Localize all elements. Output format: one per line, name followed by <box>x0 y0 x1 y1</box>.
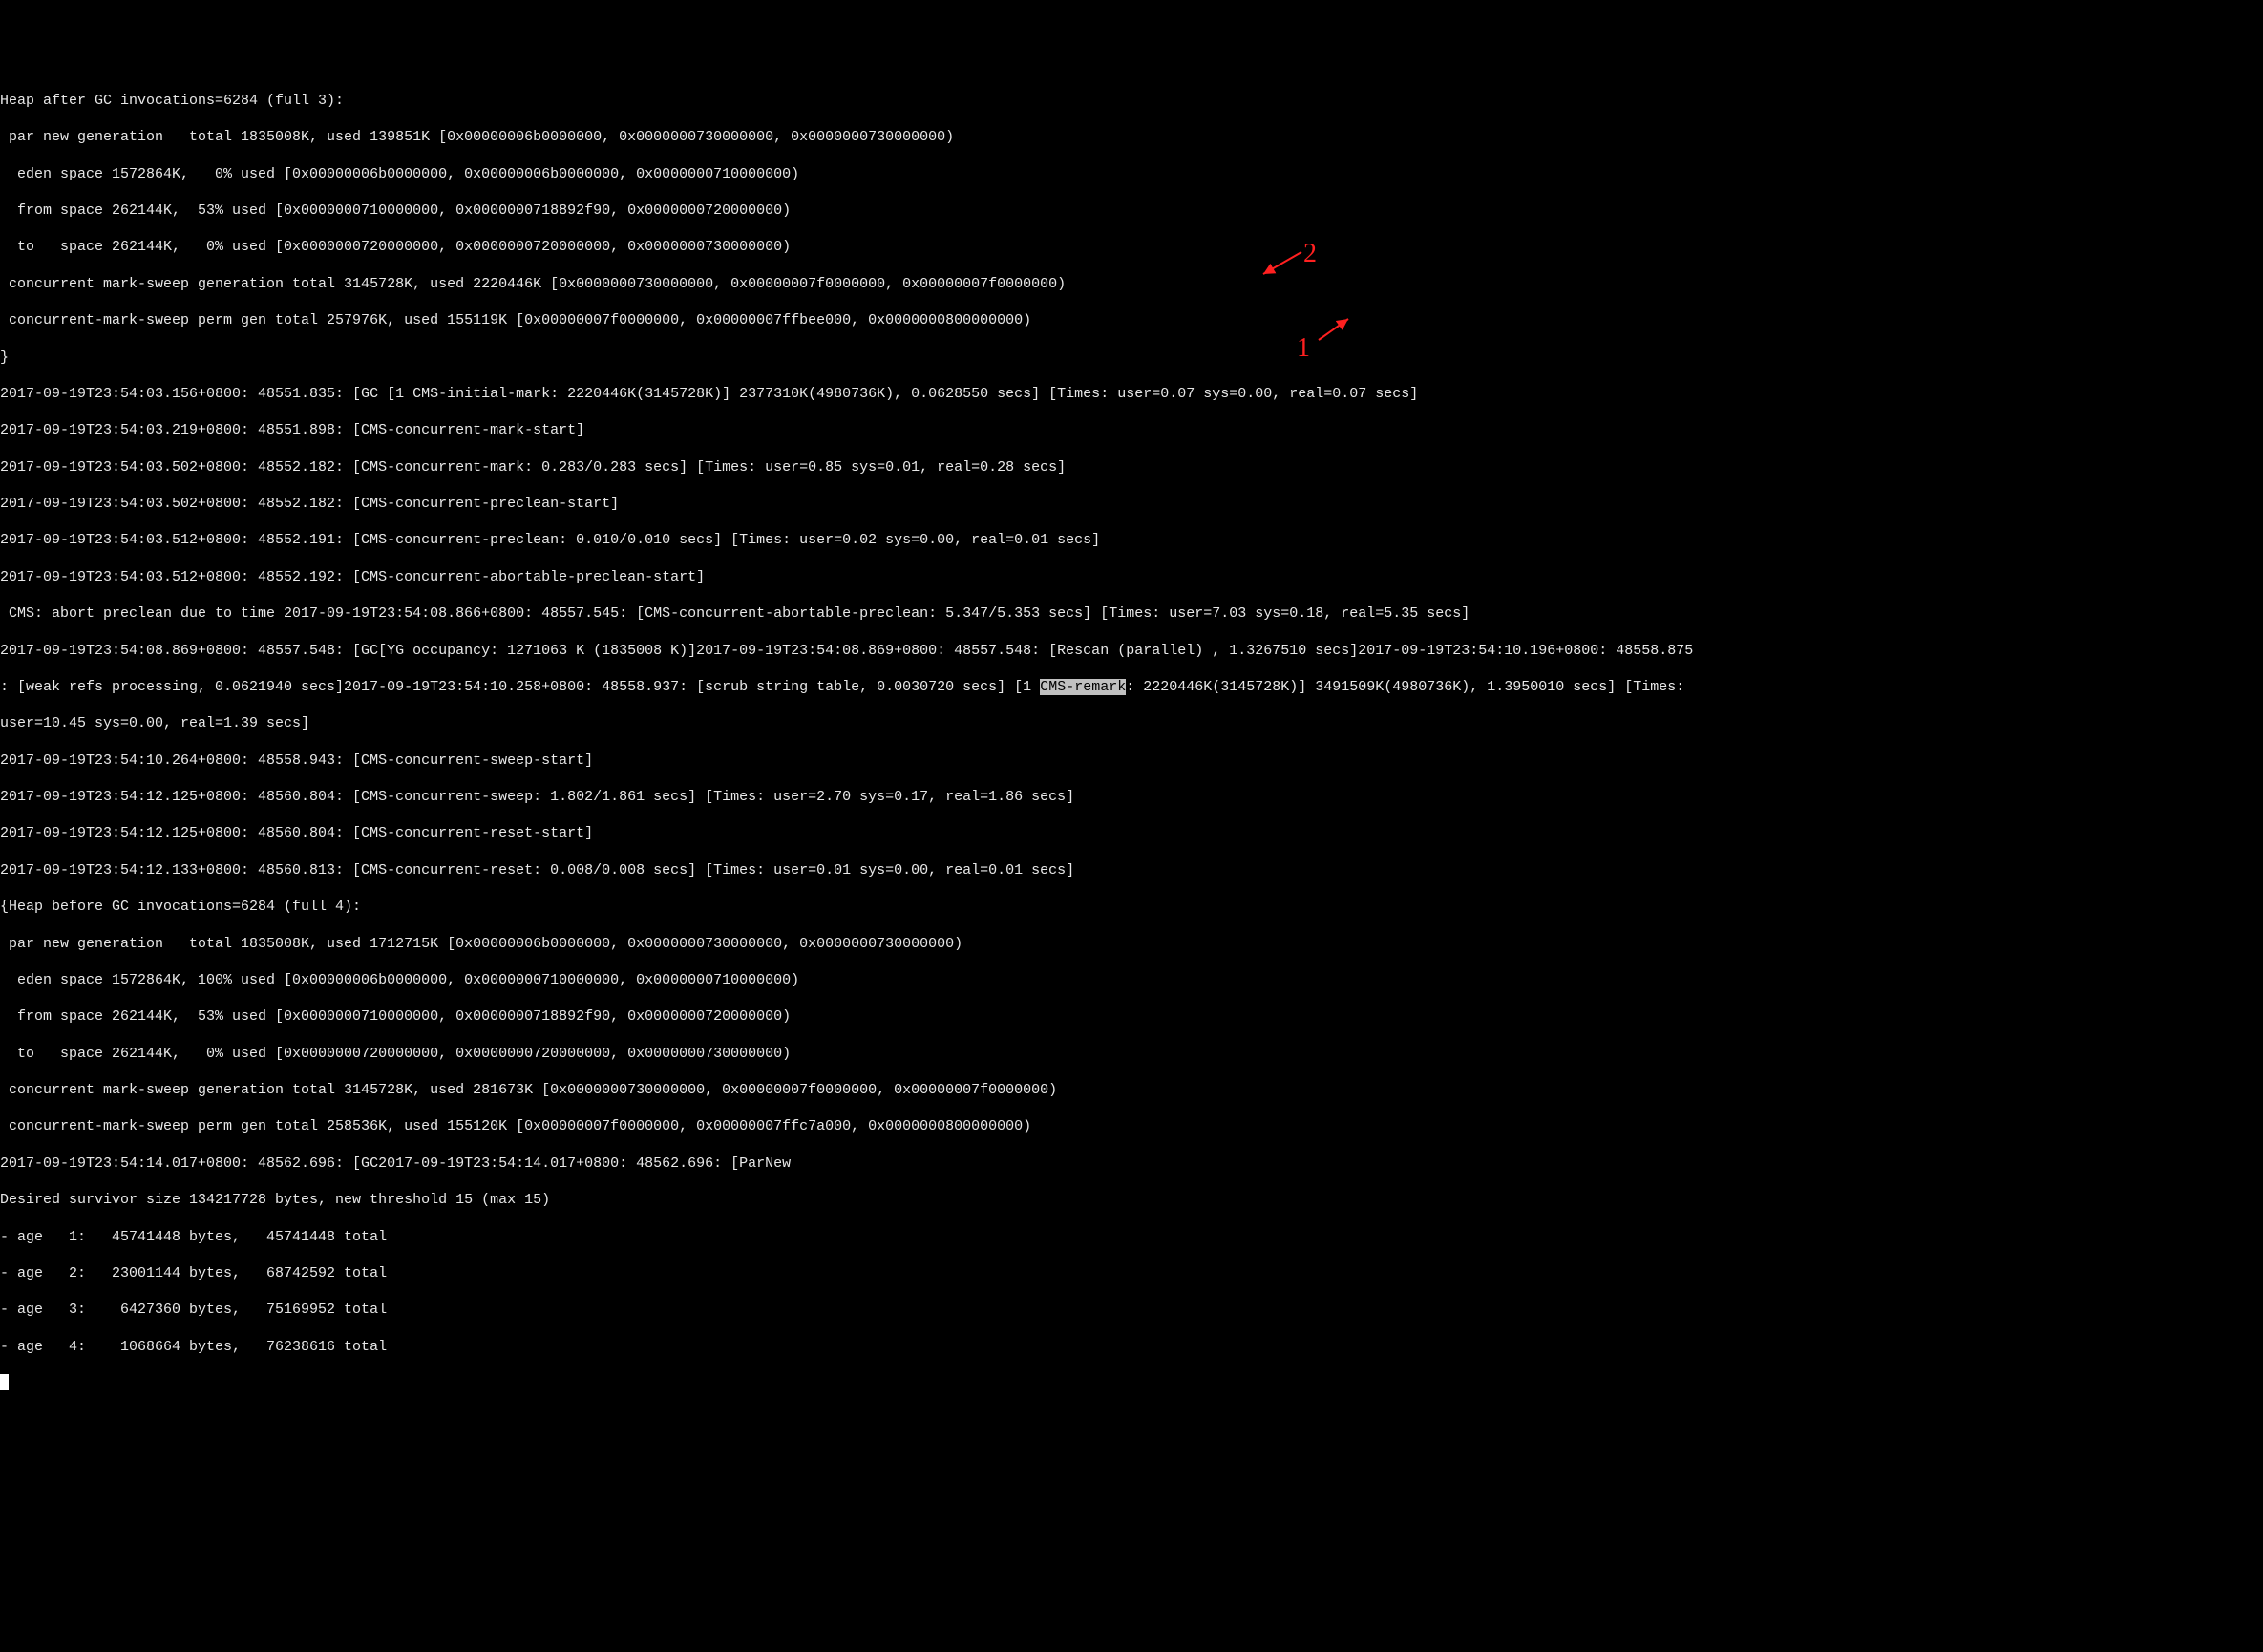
terminal-cursor <box>0 1374 9 1390</box>
log-line: user=10.45 sys=0.00, real=1.39 secs] <box>0 714 2263 732</box>
log-line: concurrent mark-sweep generation total 3… <box>0 1081 2263 1099</box>
log-line: 2017-09-19T23:54:03.512+0800: 48552.191:… <box>0 531 2263 549</box>
log-line: from space 262144K, 53% used [0x00000007… <box>0 201 2263 220</box>
log-line: - age 2: 23001144 bytes, 68742592 total <box>0 1264 2263 1282</box>
log-line: : [weak refs processing, 0.0621940 secs]… <box>0 678 2263 696</box>
log-line: 2017-09-19T23:54:03.512+0800: 48552.192:… <box>0 568 2263 586</box>
log-line: concurrent mark-sweep generation total 3… <box>0 275 2263 293</box>
log-line: to space 262144K, 0% used [0x00000007200… <box>0 238 2263 256</box>
log-line: 2017-09-19T23:54:08.869+0800: 48557.548:… <box>0 642 2263 660</box>
log-line: - age 1: 45741448 bytes, 45741448 total <box>0 1228 2263 1246</box>
log-line: 2017-09-19T23:54:03.502+0800: 48552.182:… <box>0 495 2263 513</box>
log-line: - age 4: 1068664 bytes, 76238616 total <box>0 1338 2263 1356</box>
log-line: 2017-09-19T23:54:03.219+0800: 48551.898:… <box>0 421 2263 439</box>
log-line: par new generation total 1835008K, used … <box>0 935 2263 953</box>
log-line: } <box>0 349 2263 367</box>
log-line: {Heap before GC invocations=6284 (full 4… <box>0 898 2263 916</box>
log-text: : 2220446K(3145728K)] 3491509K(4980736K)… <box>1126 679 1693 695</box>
log-line: Heap after GC invocations=6284 (full 3): <box>0 92 2263 110</box>
log-line: concurrent-mark-sweep perm gen total 258… <box>0 1117 2263 1135</box>
log-line: 2017-09-19T23:54:14.017+0800: 48562.696:… <box>0 1154 2263 1173</box>
highlighted-cms-remark: CMS-remark <box>1040 679 1126 695</box>
log-line: to space 262144K, 0% used [0x00000007200… <box>0 1045 2263 1063</box>
log-line: 2017-09-19T23:54:12.133+0800: 48560.813:… <box>0 861 2263 879</box>
log-line: eden space 1572864K, 100% used [0x000000… <box>0 971 2263 989</box>
log-line: 2017-09-19T23:54:12.125+0800: 48560.804:… <box>0 788 2263 806</box>
log-line: Desired survivor size 134217728 bytes, n… <box>0 1191 2263 1209</box>
cursor-line <box>0 1374 2263 1396</box>
log-line: CMS: abort preclean due to time 2017-09-… <box>0 604 2263 623</box>
log-line: - age 3: 6427360 bytes, 75169952 total <box>0 1301 2263 1319</box>
log-line: 2017-09-19T23:54:10.264+0800: 48558.943:… <box>0 752 2263 770</box>
terminal-output: Heap after GC invocations=6284 (full 3):… <box>0 74 2263 1415</box>
log-line: 2017-09-19T23:54:03.156+0800: 48551.835:… <box>0 385 2263 403</box>
log-line: 2017-09-19T23:54:03.502+0800: 48552.182:… <box>0 458 2263 477</box>
log-line: par new generation total 1835008K, used … <box>0 128 2263 146</box>
log-line: concurrent-mark-sweep perm gen total 257… <box>0 311 2263 329</box>
log-line: eden space 1572864K, 0% used [0x00000006… <box>0 165 2263 183</box>
log-text: : [weak refs processing, 0.0621940 secs]… <box>0 679 1040 695</box>
log-line: 2017-09-19T23:54:12.125+0800: 48560.804:… <box>0 824 2263 842</box>
log-line: from space 262144K, 53% used [0x00000007… <box>0 1007 2263 1026</box>
